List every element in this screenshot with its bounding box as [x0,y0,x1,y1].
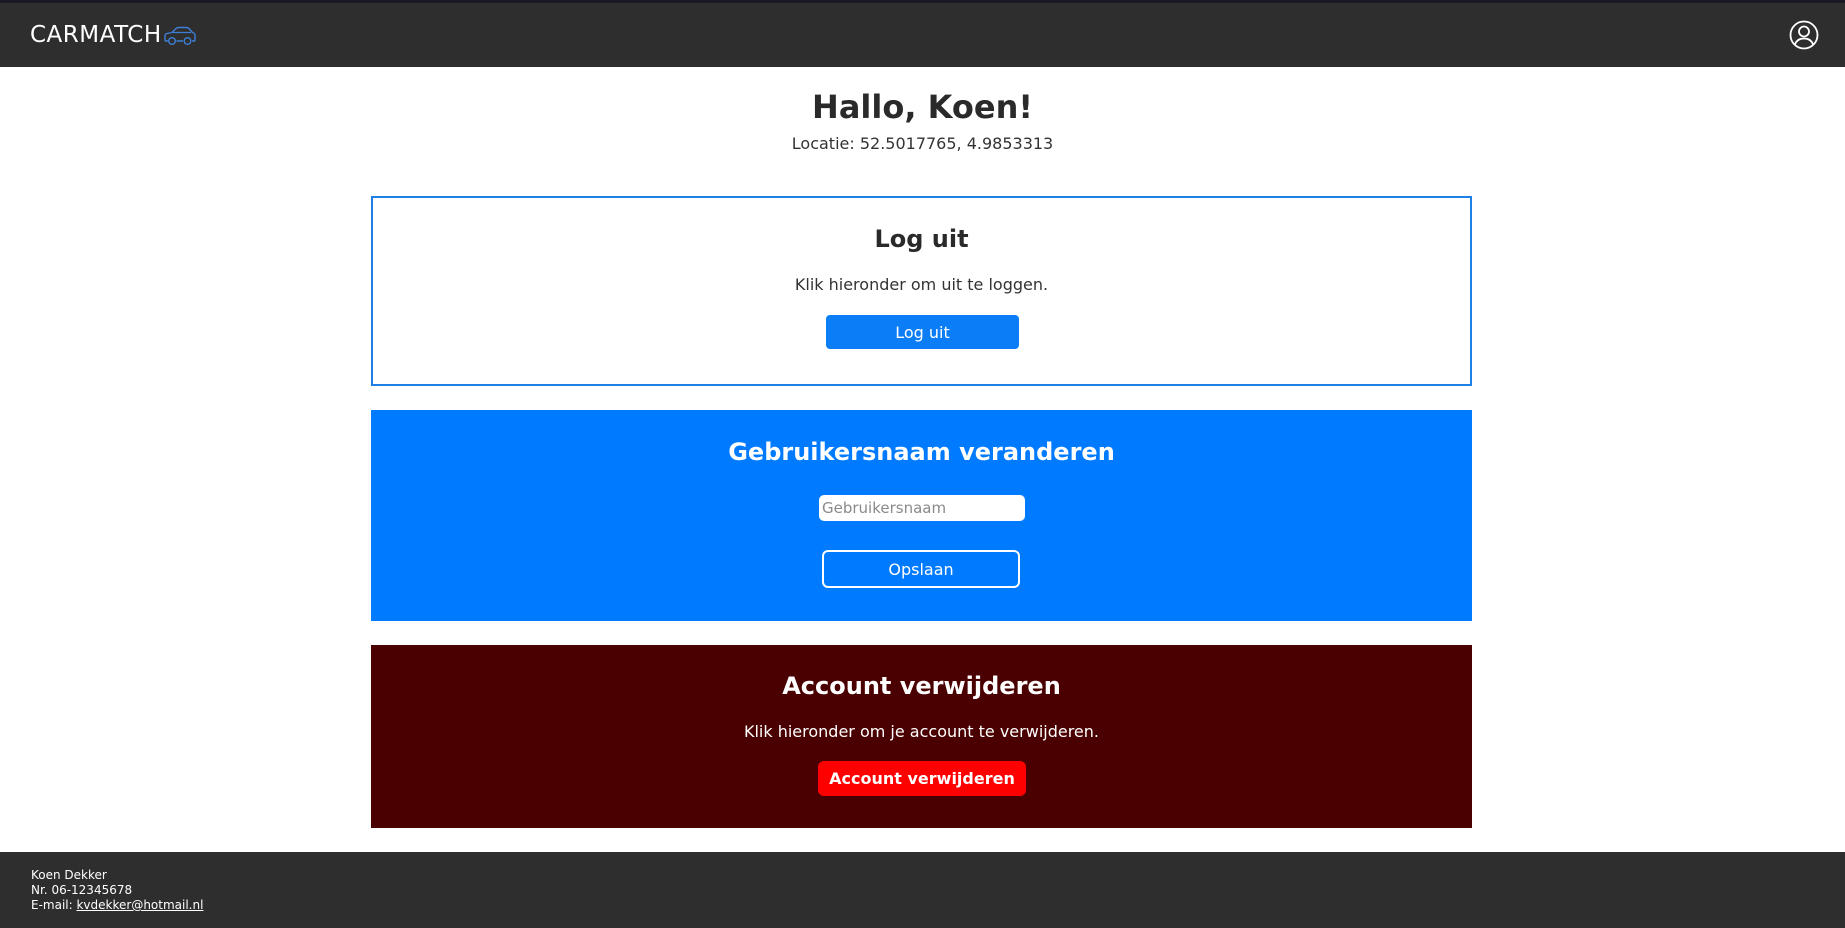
username-input[interactable] [819,495,1025,521]
delete-account-card: Account verwijderen Klik hieronder om je… [371,645,1472,828]
page-title: Hallo, Koen! [812,88,1033,126]
username-title: Gebruikersnaam veranderen [728,438,1115,466]
logout-card: Log uit Klik hieronder om uit te loggen.… [371,196,1472,386]
footer: Koen Dekker Nr. 06-12345678 E-mail: kvde… [0,852,1845,928]
delete-text: Klik hieronder om je account te verwijde… [743,722,1099,741]
user-circle-icon[interactable] [1789,20,1819,50]
logout-title: Log uit [874,225,969,253]
footer-email-row: E-mail: kvdekker@hotmail.nl [31,898,203,913]
navbar: CARMATCH [0,3,1845,67]
footer-contact: Koen Dekker Nr. 06-12345678 E-mail: kvde… [31,868,203,913]
footer-phone: Nr. 06-12345678 [31,883,133,897]
delete-title: Account verwijderen [782,672,1061,700]
delete-account-button[interactable]: Account verwijderen [818,761,1026,796]
brand-logo[interactable]: CARMATCH [30,19,197,51]
location-text: Locatie: 52.5017765, 4.9853313 [791,134,1054,153]
logout-text: Klik hieronder om uit te loggen. [794,275,1049,294]
footer-name: Koen Dekker [31,868,107,882]
logout-button[interactable]: Log uit [826,315,1019,349]
footer-email-label: E-mail: [31,898,77,912]
username-card: Gebruikersnaam veranderen Opslaan [371,410,1472,621]
save-button[interactable]: Opslaan [822,550,1020,588]
footer-email-link[interactable]: kvdekker@hotmail.nl [76,898,203,912]
profile-page: CARMATCH Hallo, Koen! Locatie: 52.501776… [0,0,1845,928]
car-icon [163,26,196,45]
brand-name: CARMATCH [30,22,162,48]
